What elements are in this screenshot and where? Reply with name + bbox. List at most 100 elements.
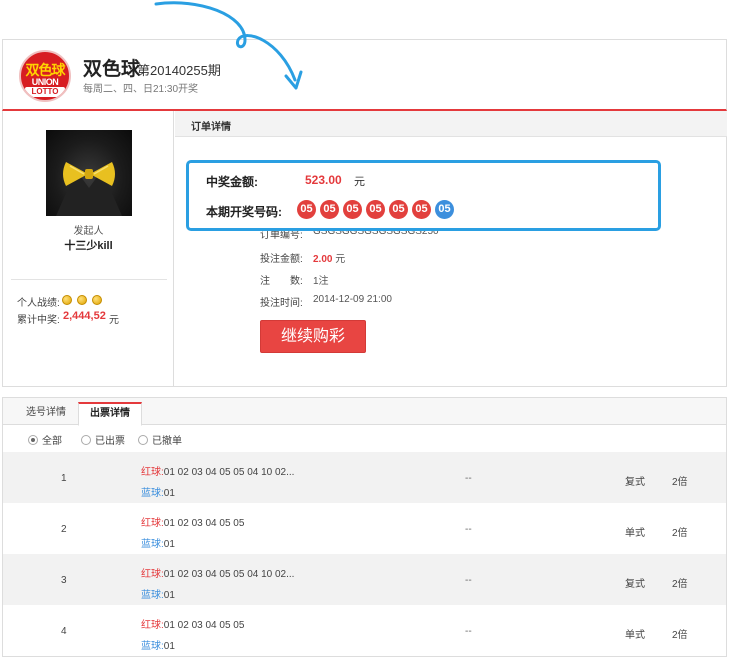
ticket-blue-numbers: 蓝球:01 <box>141 586 175 601</box>
ticket-red-numbers: 红球:01 02 03 04 05 05 04 10 02... <box>141 565 294 580</box>
tab-ticket-details[interactable]: 出票详情 <box>78 402 142 426</box>
ticket-blue-numbers: 蓝球:01 <box>141 484 175 499</box>
filter-all[interactable]: 全部 <box>28 432 62 447</box>
avatar[interactable] <box>46 130 132 216</box>
ticket-multiple: 2倍 <box>672 477 688 488</box>
ticket-red-numbers: 红球:01 02 03 04 05 05 <box>141 514 244 529</box>
blue-ball-label: 蓝球: <box>141 539 164 550</box>
blue-numbers: 01 <box>163 539 175 550</box>
order-main: 发起人 十三少kill 个人战绩: 累计中奖: 2,444,52 元 订单详情 … <box>2 111 727 387</box>
annotation-arrow-icon <box>154 1 303 90</box>
prize-amount-unit: 元 <box>354 176 365 188</box>
ticket-status: -- <box>465 626 472 637</box>
ticket-blue-numbers: 蓝球:01 <box>141 535 175 550</box>
red-ball: 05 <box>297 200 316 219</box>
red-ball: 05 <box>343 200 362 219</box>
bet-amount-label: 投注金额: <box>260 254 303 265</box>
divider <box>11 279 167 280</box>
prize-amount-label: 中奖金额: <box>206 175 258 189</box>
moon-medal-icon <box>92 295 102 305</box>
ticket-status: -- <box>465 575 472 586</box>
ticket-multiple: 2倍 <box>672 528 688 539</box>
red-numbers: 01 02 03 04 05 05 <box>163 620 245 631</box>
notes-value: 1注 <box>313 276 329 287</box>
bow-tie-icon <box>56 162 122 216</box>
winning-numbers-label: 本期开奖号码: <box>206 205 282 219</box>
tabs-bar: 选号详情 出票详情 <box>3 398 726 426</box>
blue-ball-label: 蓝球: <box>141 488 164 499</box>
ticket-status: -- <box>465 473 472 484</box>
red-numbers: 01 02 03 04 05 05 04 10 02... <box>163 467 295 478</box>
filter-issued-label: 已出票 <box>95 436 125 447</box>
order-details-header: 订单详情 <box>175 111 727 137</box>
ticket-type: 单式 <box>625 528 645 539</box>
filter-issued[interactable]: 已出票 <box>81 432 125 447</box>
initiator-label: 发起人 <box>73 226 104 237</box>
red-ball-label: 红球: <box>141 620 164 631</box>
logo-text-3: LOTTO <box>25 87 65 97</box>
red-ball-label: 红球: <box>141 467 164 478</box>
blue-ball: 05 <box>435 200 454 219</box>
union-lotto-logo: 双色球 UNION LOTTO <box>19 50 71 102</box>
tab-number-details[interactable]: 选号详情 <box>17 402 75 425</box>
ticket-red-numbers: 红球:01 02 03 04 05 05 <box>141 616 244 631</box>
sun-medal-icon <box>77 295 87 305</box>
ticket-status: -- <box>465 524 472 535</box>
blue-ball-label: 蓝球: <box>141 641 164 652</box>
blue-ball-label: 蓝球: <box>141 590 164 601</box>
radio-checked-icon[interactable] <box>28 435 38 445</box>
ticket-section: 选号详情 出票详情 全部 已出票 已撤单 1 红球:01 02 03 04 05… <box>2 397 727 657</box>
ticket-multiple: 2倍 <box>672 630 688 641</box>
red-ball-label: 红球: <box>141 569 164 580</box>
red-ball: 05 <box>320 200 339 219</box>
ticket-index: 3 <box>61 575 67 586</box>
crown-medal-icon <box>62 295 72 305</box>
ticket-index: 4 <box>61 626 67 637</box>
bet-amount-row: 2.00 元 <box>313 250 345 265</box>
winning-summary-box: 中奖金额: 523.00 元 本期开奖号码: 05 05 05 05 05 05… <box>186 160 661 231</box>
red-ball: 05 <box>389 200 408 219</box>
ticket-type: 复式 <box>625 477 645 488</box>
order-details-title: 订单详情 <box>191 122 231 133</box>
table-row: 2 红球:01 02 03 04 05 05 蓝球:01 -- 单式 2倍 <box>3 503 726 554</box>
ticket-multiple: 2倍 <box>672 579 688 590</box>
total-winnings-value: 2,444,52 <box>63 310 106 322</box>
blue-numbers: 01 <box>163 641 175 652</box>
continue-buying-button[interactable]: 继续购彩 <box>260 320 366 353</box>
ticket-index: 1 <box>61 473 67 484</box>
blue-numbers: 01 <box>163 488 175 499</box>
red-ball-label: 红球: <box>141 518 164 529</box>
radio-icon[interactable] <box>138 435 148 445</box>
notes-label: 注 数: <box>260 276 303 287</box>
filter-cancelled-label: 已撤单 <box>152 436 182 447</box>
prize-amount-value: 523.00 <box>305 173 342 187</box>
order-details-panel: 订单详情 订单编号: GSGSGGSGSGSGSGS250 投注金额: 2.00… <box>175 111 727 386</box>
table-row: 1 红球:01 02 03 04 05 05 04 10 02... 蓝球:01… <box>3 452 726 503</box>
red-ball: 05 <box>412 200 431 219</box>
logo-text-2: UNION <box>31 77 59 87</box>
bet-time-value: 2014-12-09 21:00 <box>313 294 392 305</box>
ticket-type: 单式 <box>625 630 645 641</box>
ticket-index: 2 <box>61 524 67 535</box>
total-winnings-label: 累计中奖: <box>17 315 60 326</box>
ticket-red-numbers: 红球:01 02 03 04 05 05 04 10 02... <box>141 463 294 478</box>
bet-amount-value: 2.00 <box>313 254 333 265</box>
radio-icon[interactable] <box>81 435 91 445</box>
table-row: 3 红球:01 02 03 04 05 05 04 10 02... 蓝球:01… <box>3 554 726 605</box>
table-row: 4 红球:01 02 03 04 05 05 蓝球:01 -- 单式 2倍 <box>3 605 726 656</box>
filter-all-label: 全部 <box>42 436 62 447</box>
lottery-header: 双色球 UNION LOTTO 双色球 第20140255期 每周二、四、日21… <box>2 39 727 111</box>
total-winnings-unit: 元 <box>109 315 119 326</box>
initiator-name[interactable]: 十三少kill <box>3 237 174 253</box>
bet-time-label: 投注时间: <box>260 298 303 309</box>
bet-amount-unit: 元 <box>335 254 346 265</box>
ticket-blue-numbers: 蓝球:01 <box>141 637 175 652</box>
red-numbers: 01 02 03 04 05 05 04 10 02... <box>163 569 295 580</box>
lottery-name: 双色球 <box>83 59 141 80</box>
ticket-type: 复式 <box>625 579 645 590</box>
record-label: 个人战绩: <box>17 298 60 309</box>
initiator-panel: 发起人 十三少kill 个人战绩: 累计中奖: 2,444,52 元 <box>3 111 174 386</box>
filter-cancelled[interactable]: 已撤单 <box>138 432 182 447</box>
blue-numbers: 01 <box>163 590 175 601</box>
red-ball: 05 <box>366 200 385 219</box>
